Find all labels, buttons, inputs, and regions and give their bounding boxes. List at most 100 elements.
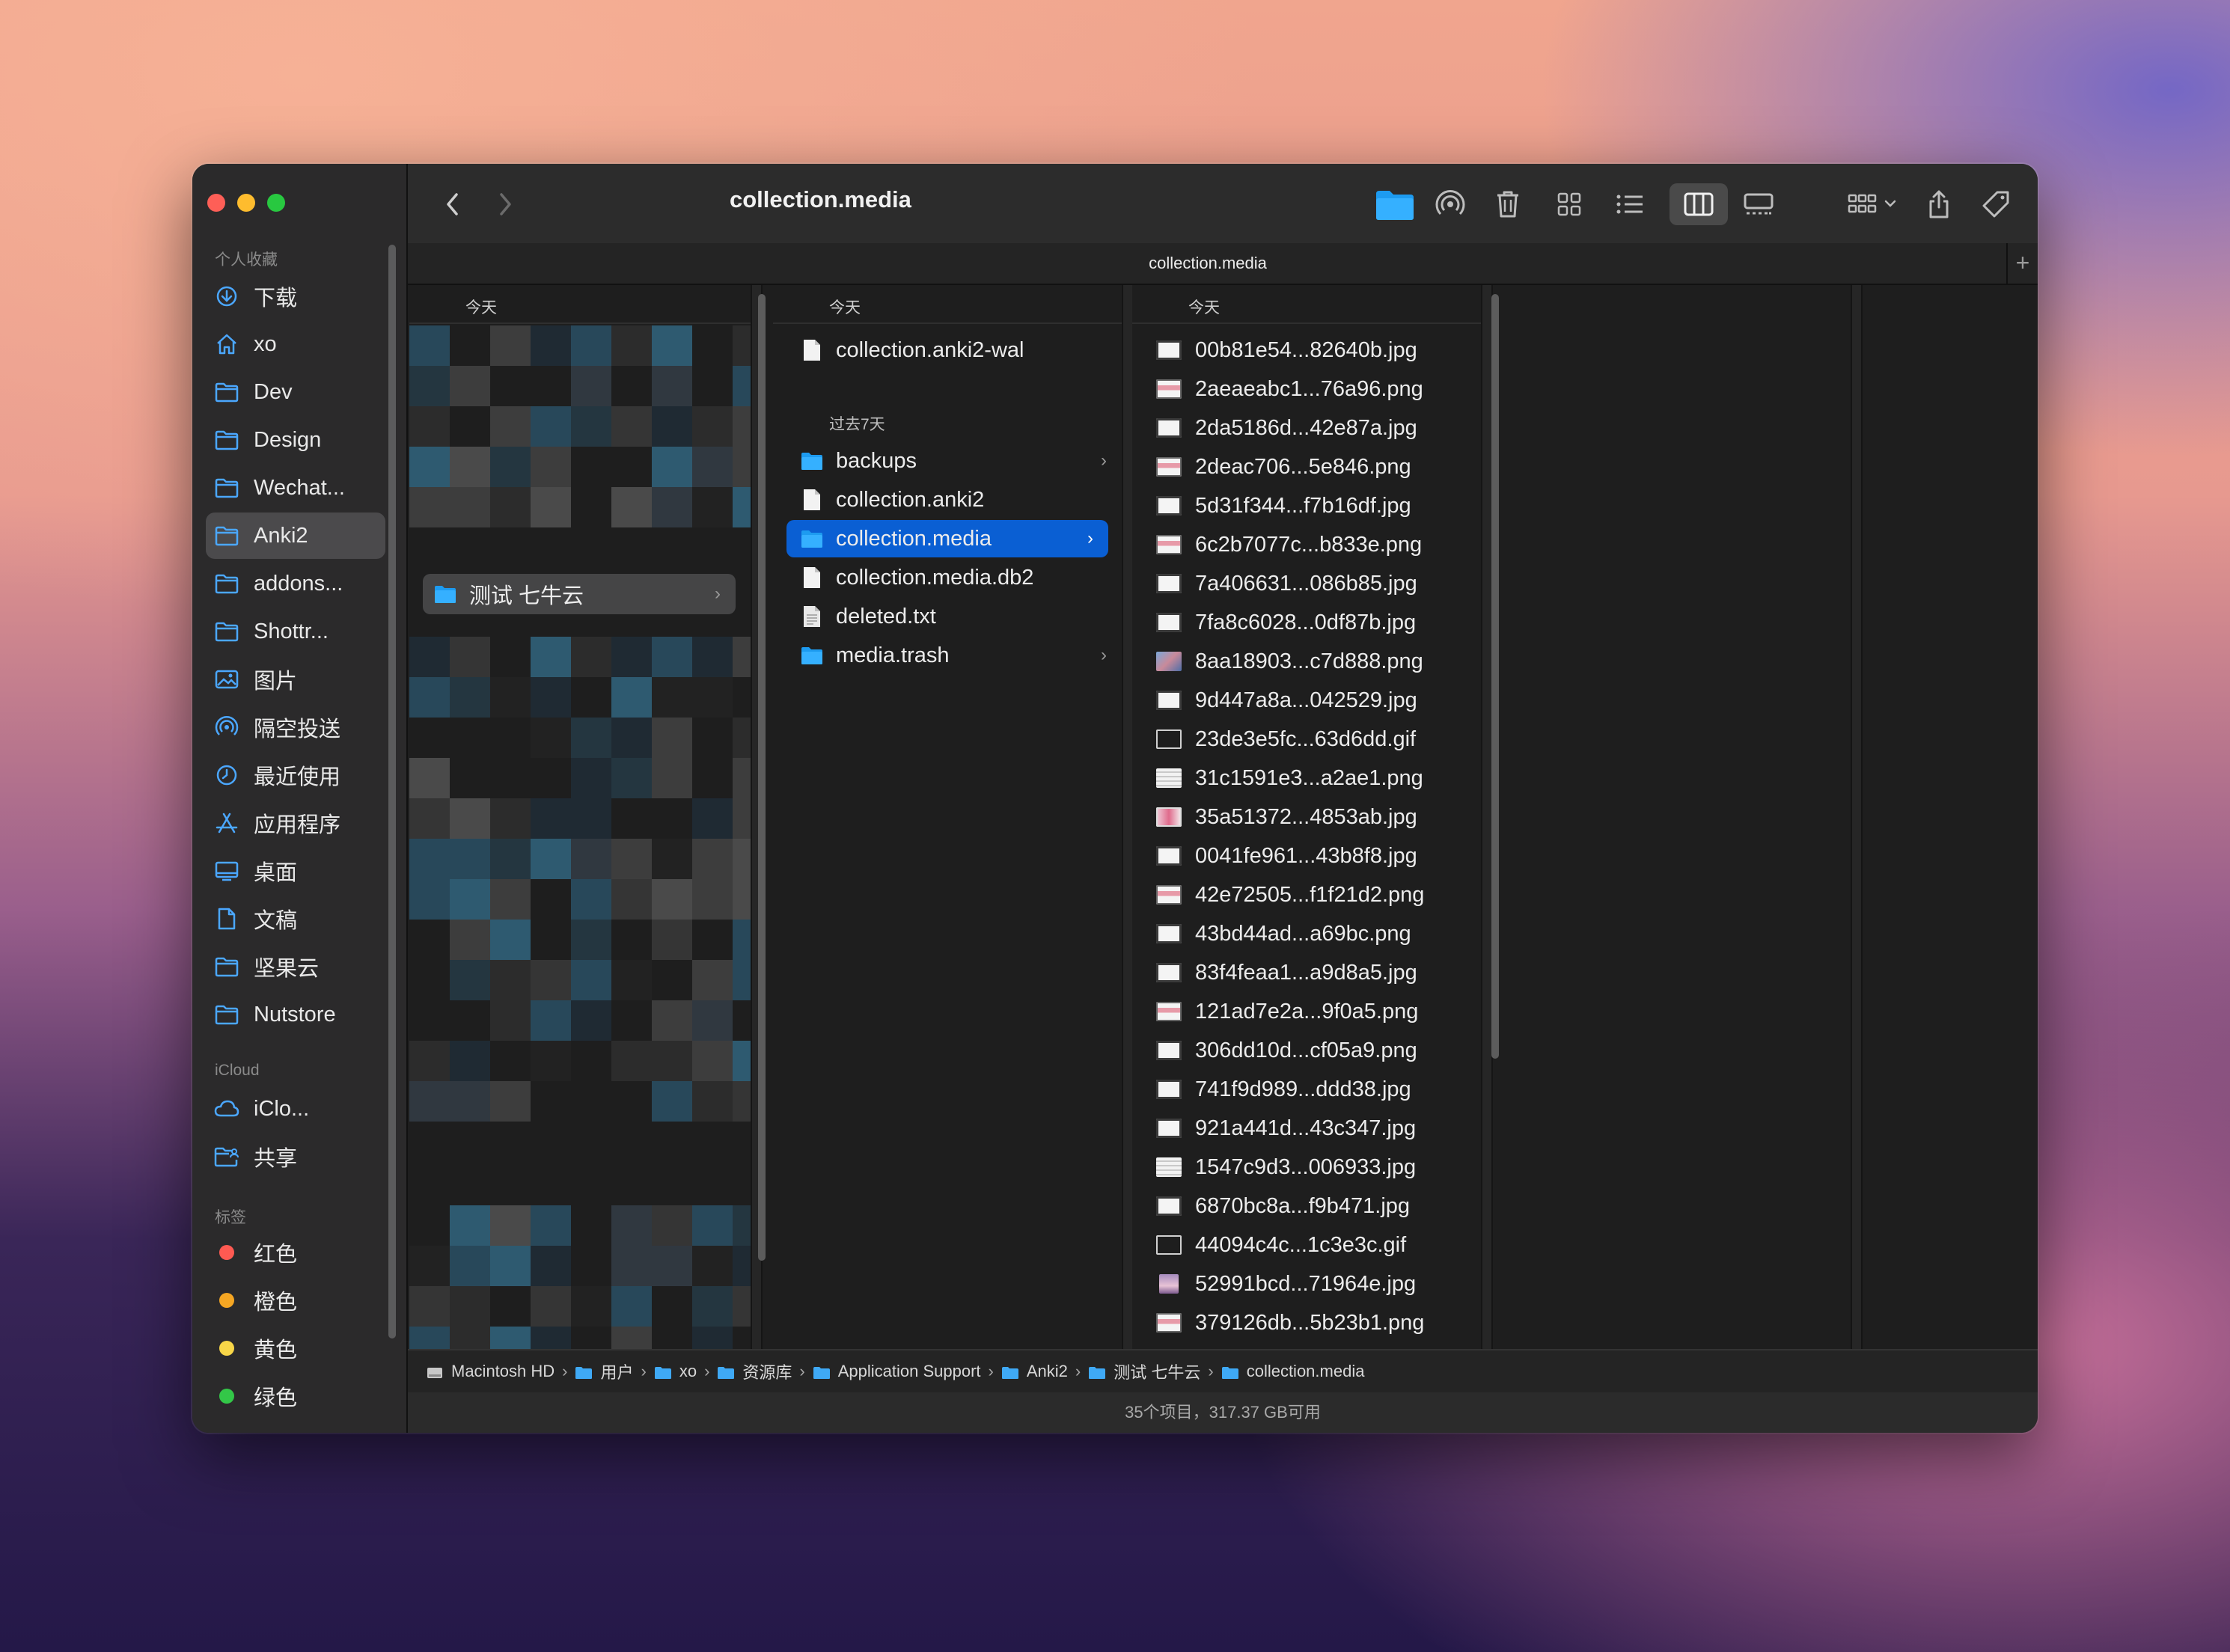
- file-row[interactable]: deleted.txt: [773, 598, 1122, 635]
- media-file-row[interactable]: 0041fe961...43b8f8.jpg: [1132, 837, 1481, 875]
- sidebar-item-label: Anki2: [254, 523, 308, 548]
- pixelated-block: [652, 325, 692, 366]
- sidebar-item-anki2[interactable]: Anki2: [206, 513, 385, 559]
- zoom-button[interactable]: [267, 194, 285, 212]
- tag-color-dot-icon: [213, 1383, 240, 1410]
- media-file-row[interactable]: 5d31f344...f7b16df.jpg: [1132, 487, 1481, 524]
- media-file-row[interactable]: 741f9d989...ddd38.jpg: [1132, 1071, 1481, 1108]
- media-file-row[interactable]: 379126db...5b23b1.png: [1132, 1304, 1481, 1342]
- pixelated-block: [652, 1081, 692, 1122]
- media-file-row[interactable]: 2aeaeabc1...76a96.png: [1132, 370, 1481, 408]
- sidebar-item[interactable]: 隔空投送: [206, 704, 385, 750]
- sidebar-tag[interactable]: 橙色: [206, 1277, 385, 1324]
- folder-row[interactable]: collection.media ›: [786, 520, 1108, 557]
- column-4-resize-handle[interactable]: [1851, 285, 1863, 1398]
- tag-button[interactable]: [1979, 183, 2012, 225]
- sidebar-item-iclo[interactable]: iClo...: [206, 1086, 385, 1132]
- trash-button[interactable]: [1493, 183, 1523, 225]
- folder-row[interactable]: backups ›: [773, 442, 1122, 480]
- path-crumb[interactable]: collection.media: [1221, 1362, 1364, 1381]
- sidebar-item-nutstore[interactable]: Nutstore: [206, 991, 385, 1038]
- media-file-row[interactable]: 35a51372...4853ab.jpg: [1132, 798, 1481, 836]
- sidebar-item[interactable]: 坚果云: [206, 943, 385, 990]
- path-crumb[interactable]: Application Support: [813, 1362, 981, 1381]
- sidebar-item-wechat[interactable]: Wechat...: [206, 465, 385, 511]
- media-file-row[interactable]: 31c1591e3...a2ae1.png: [1132, 759, 1481, 797]
- media-file-row[interactable]: 00b81e54...82640b.jpg: [1132, 331, 1481, 369]
- sidebar-scrollbar[interactable]: [388, 245, 396, 1339]
- airdrop-button[interactable]: [1433, 183, 1467, 225]
- gallery-view-button[interactable]: [1740, 183, 1777, 225]
- sidebar-tag[interactable]: 黄色: [206, 1325, 385, 1371]
- column-3-scrollbar[interactable]: [1491, 294, 1499, 1059]
- media-file-row[interactable]: 2da5186d...42e87a.jpg: [1132, 409, 1481, 447]
- pixelated-block: [409, 366, 450, 406]
- media-file-row[interactable]: 8aa18903...c7d888.png: [1132, 643, 1481, 680]
- pixelated-block: [611, 839, 652, 879]
- folder-icon-button[interactable]: [1373, 183, 1417, 225]
- finder-window: 个人收藏 iCloud 标签 下载 xo Dev Design Wechat... Ank…: [192, 164, 2038, 1433]
- media-file-row[interactable]: 42e72505...f1f21d2.png: [1132, 876, 1481, 914]
- path-crumb[interactable]: xo: [654, 1362, 697, 1381]
- pixelated-block: [571, 366, 611, 406]
- new-tab-button[interactable]: +: [2006, 243, 2038, 284]
- media-file-row[interactable]: 9d447a8a...042529.jpg: [1132, 682, 1481, 719]
- more-actions-button[interactable]: [2036, 183, 2038, 225]
- media-file-row[interactable]: 921a441d...43c347.jpg: [1132, 1110, 1481, 1147]
- folder-row-selected[interactable]: 测试 七牛云 ›: [423, 574, 736, 614]
- minimize-button[interactable]: [237, 194, 255, 212]
- media-file-row[interactable]: 44094c4c...1c3e3c.gif: [1132, 1226, 1481, 1264]
- sidebar-item-xo[interactable]: xo: [206, 321, 385, 367]
- sidebar-item[interactable]: 文稿: [206, 896, 385, 942]
- sidebar-item[interactable]: 应用程序: [206, 800, 385, 846]
- tab-collection-media[interactable]: collection.media: [408, 254, 2008, 273]
- column-1-scrollbar[interactable]: [758, 294, 766, 1261]
- path-crumb[interactable]: Macintosh HD: [426, 1362, 555, 1381]
- media-file-row[interactable]: 43bd44ad...a69bc.png: [1132, 915, 1481, 952]
- sidebar-item[interactable]: 共享: [206, 1134, 385, 1180]
- share-button[interactable]: [1924, 183, 1954, 225]
- icon-view-button[interactable]: [1553, 183, 1586, 225]
- media-file-row[interactable]: 306dd10d...cf05a9.png: [1132, 1032, 1481, 1069]
- file-row[interactable]: collection.anki2: [773, 481, 1122, 518]
- sidebar-item[interactable]: 下载: [206, 273, 385, 319]
- media-file-row[interactable]: 6870bc8a...f9b471.jpg: [1132, 1187, 1481, 1225]
- list-view-button[interactable]: [1613, 183, 1647, 225]
- sidebar-item-dev[interactable]: Dev: [206, 369, 385, 415]
- pixelated-block: [450, 1205, 490, 1246]
- folder-row[interactable]: media.trash ›: [773, 637, 1122, 674]
- media-file-row[interactable]: 7fa8c6028...0df87b.jpg: [1132, 604, 1481, 641]
- path-crumb[interactable]: 测试 七牛云: [1088, 1359, 1200, 1383]
- media-file-row[interactable]: 52991bcd...71964e.jpg: [1132, 1265, 1481, 1303]
- sidebar-tag[interactable]: 绿色: [206, 1373, 385, 1419]
- sidebar-item-design[interactable]: Design: [206, 417, 385, 463]
- file-row[interactable]: collection.media.db2: [773, 559, 1122, 596]
- back-button[interactable]: [438, 183, 468, 225]
- sidebar-tag[interactable]: 红色: [206, 1229, 385, 1276]
- tag-color-dot-icon: [213, 1239, 240, 1266]
- media-file-row[interactable]: 121ad7e2a...9f0a5.png: [1132, 993, 1481, 1030]
- media-file-row[interactable]: 83f4feaa1...a9d8a5.jpg: [1132, 954, 1481, 991]
- media-file-row[interactable]: 6c2b7077c...b833e.png: [1132, 526, 1481, 563]
- close-button[interactable]: [207, 194, 225, 212]
- pixelated-block: [733, 1205, 751, 1246]
- group-button[interactable]: [1845, 183, 1901, 225]
- path-crumb[interactable]: Anki2: [1001, 1362, 1068, 1381]
- forward-button[interactable]: [490, 183, 520, 225]
- sidebar-item-shottr[interactable]: Shottr...: [206, 608, 385, 655]
- sidebar-item-label: 最近使用: [254, 765, 341, 789]
- path-crumb[interactable]: 用户: [575, 1359, 634, 1383]
- sidebar-item[interactable]: 桌面: [206, 848, 385, 894]
- sidebar-item-addons[interactable]: addons...: [206, 560, 385, 607]
- column-view-button[interactable]: [1670, 183, 1728, 225]
- path-crumb[interactable]: 资源库: [717, 1359, 792, 1383]
- sidebar-item[interactable]: 最近使用: [206, 752, 385, 798]
- media-file-row[interactable]: 2deac706...5e846.png: [1132, 448, 1481, 486]
- past-7-days-label: 过去7天: [829, 416, 885, 433]
- folder-icon: [717, 1365, 735, 1379]
- file-row[interactable]: collection.anki2-wal: [773, 331, 1122, 369]
- media-file-row[interactable]: 7a406631...086b85.jpg: [1132, 565, 1481, 602]
- media-file-row[interactable]: 1547c9d3...006933.jpg: [1132, 1148, 1481, 1186]
- sidebar-item[interactable]: 图片: [206, 656, 385, 703]
- media-file-row[interactable]: 23de3e5fc...63d6dd.gif: [1132, 721, 1481, 758]
